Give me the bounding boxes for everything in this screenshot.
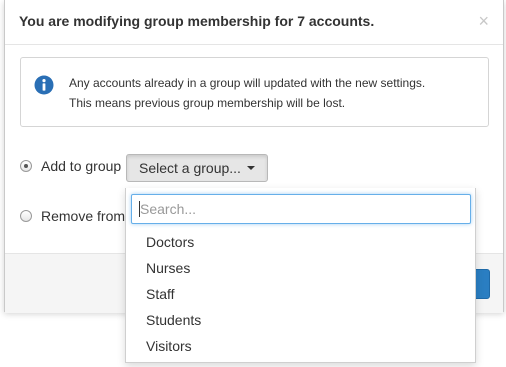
group-select-label: Select a group...: [139, 160, 241, 176]
add-to-group-option[interactable]: Add to group: [20, 158, 121, 174]
group-option-visitors[interactable]: Visitors: [146, 338, 192, 354]
caret-down-icon: [246, 166, 255, 170]
group-dropdown-menu: Doctors Nurses Staff Students Visitors: [125, 188, 476, 363]
add-to-group-label: Add to group: [41, 158, 122, 174]
remove-from-group-option[interactable]: Remove from: [20, 208, 125, 224]
info-alert: Any accounts already in a group will upd…: [20, 57, 489, 127]
modal-title: You are modifying group membership for 7…: [19, 13, 375, 29]
add-to-group-radio[interactable]: [20, 160, 32, 172]
text-cursor: [139, 201, 140, 217]
info-line-2: This means previous group membership wil…: [69, 96, 346, 110]
close-icon[interactable]: ×: [478, 12, 489, 30]
info-line-1: Any accounts already in a group will upd…: [69, 76, 426, 90]
remove-from-group-label: Remove from: [41, 208, 126, 224]
group-search-input[interactable]: [131, 194, 471, 224]
group-select-button[interactable]: Select a group...: [126, 154, 268, 182]
group-option-students[interactable]: Students: [146, 312, 201, 328]
modal-header: You are modifying group membership for 7…: [5, 0, 503, 45]
group-option-doctors[interactable]: Doctors: [146, 234, 194, 250]
info-message: Any accounts already in a group will upd…: [69, 73, 425, 113]
group-option-staff[interactable]: Staff: [146, 286, 175, 302]
info-circle-icon: [34, 75, 54, 95]
remove-from-group-radio[interactable]: [20, 210, 32, 222]
group-option-nurses[interactable]: Nurses: [146, 260, 190, 276]
